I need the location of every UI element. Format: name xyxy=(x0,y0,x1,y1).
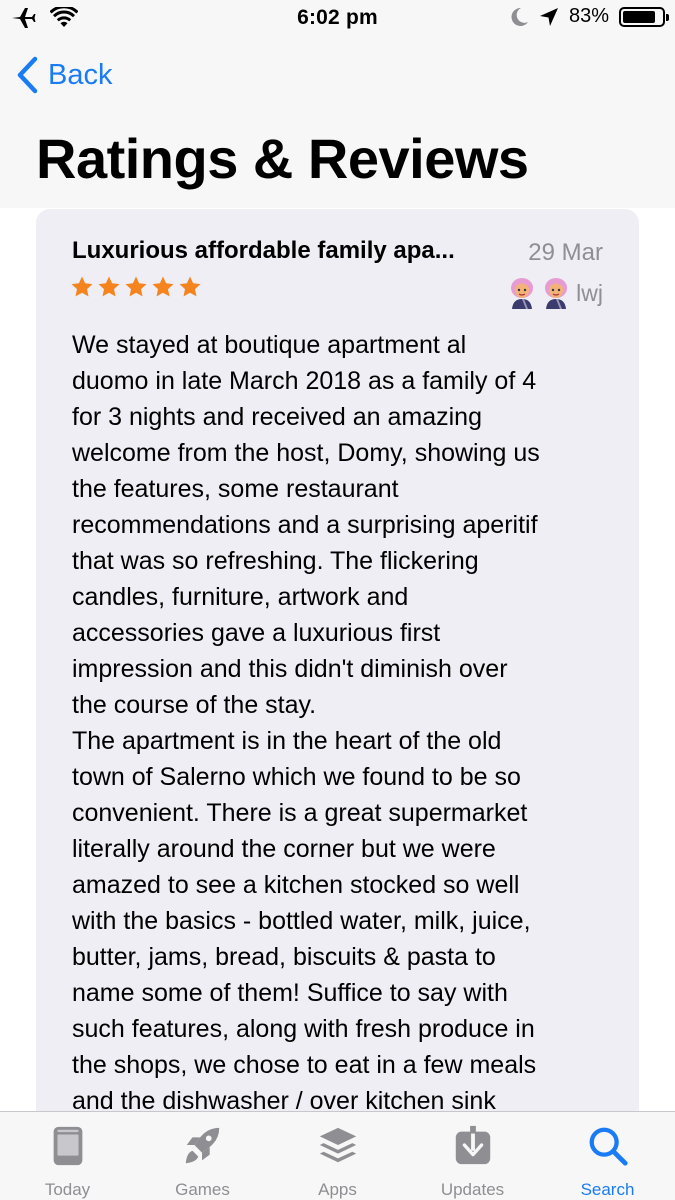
tab-label: Updates xyxy=(440,1180,505,1199)
star-icon xyxy=(179,276,201,297)
status-bar: 6:02 pm 83% xyxy=(0,0,675,38)
review-date: 29 Mar xyxy=(528,239,603,266)
tab-updates[interactable]: Updates xyxy=(405,1112,540,1200)
apps-stack-icon xyxy=(319,1127,356,1163)
search-icon xyxy=(589,1127,628,1166)
tab-label: Apps xyxy=(318,1180,357,1199)
woman-emoji-icon xyxy=(545,278,568,309)
star-icon xyxy=(152,276,174,297)
updates-download-icon xyxy=(455,1125,490,1165)
tab-bar: Today Games Apps Updates Search xyxy=(0,1111,675,1200)
review-author-name: lwj xyxy=(576,279,603,306)
location-arrow-icon xyxy=(539,7,558,26)
battery-tip xyxy=(666,13,669,21)
star-rating xyxy=(70,275,202,299)
woman-emoji-icon xyxy=(511,278,534,309)
app-store-screen: 6:02 pm 83% Back Ratings & Reviews Luxur… xyxy=(0,0,675,1200)
tab-label: Search xyxy=(580,1180,635,1199)
tab-games[interactable]: Games xyxy=(135,1112,270,1200)
today-icon xyxy=(53,1126,82,1166)
review-body: We stayed at boutique apartment al duomo… xyxy=(72,331,540,1115)
back-button[interactable]: Back xyxy=(16,56,112,94)
review-title: Luxurious affordable family apa... xyxy=(72,237,455,264)
battery-percent: 83% xyxy=(568,5,609,27)
moon-icon xyxy=(511,7,528,26)
tab-search[interactable]: Search xyxy=(540,1112,675,1200)
page-title: Ratings & Reviews xyxy=(36,127,529,190)
star-icon xyxy=(98,276,120,297)
nav-header: Back Ratings & Reviews xyxy=(0,38,675,208)
tab-apps[interactable]: Apps xyxy=(270,1112,405,1200)
back-label: Back xyxy=(48,58,113,91)
chevron-left-icon xyxy=(17,56,38,94)
tab-today[interactable]: Today xyxy=(0,1112,135,1200)
battery-level xyxy=(623,10,655,23)
review-author: lwj xyxy=(508,277,603,309)
star-icon xyxy=(125,276,147,297)
tab-label: Today xyxy=(44,1180,91,1199)
battery-icon xyxy=(619,6,669,27)
tab-label: Games xyxy=(175,1180,230,1199)
status-right: 83% xyxy=(511,5,669,28)
star-icon xyxy=(71,276,93,297)
rocket-icon xyxy=(185,1127,219,1164)
review-card[interactable]: Luxurious affordable family apa... 29 Ma… xyxy=(36,209,639,1189)
